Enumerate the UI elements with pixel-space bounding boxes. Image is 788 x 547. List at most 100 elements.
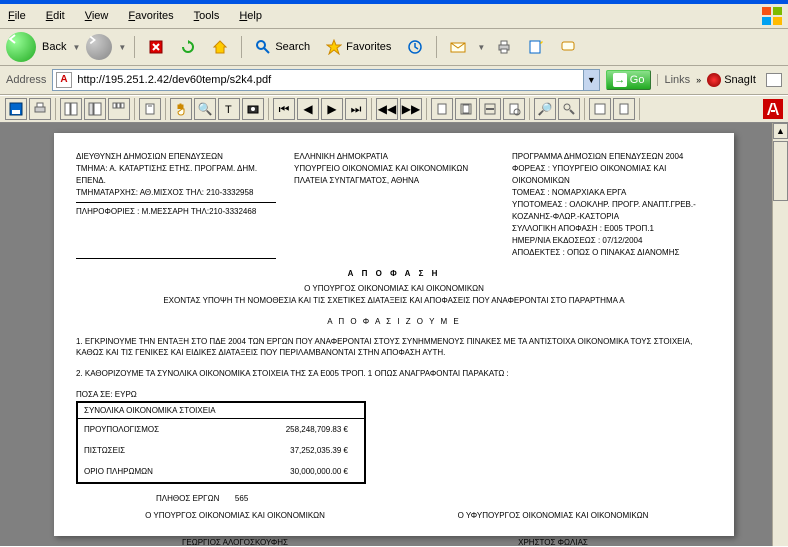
- forward-dropdown-icon[interactable]: ▼: [118, 43, 126, 52]
- hdr-c1: ΕΛΛΗΝΙΚΗ ΔΗΜΟΚΡΑΤΙΑ: [294, 151, 494, 163]
- sub-line1: Ο ΥΠΟΥΡΓΟΣ ΟΙΚΟΝΟΜΙΑΣ ΚΑΙ ΟΙΚΟΝΟΜΙΚΩΝ: [76, 284, 712, 293]
- hdr-r2: ΦΟΡΕΑΣ : ΥΠΟΥΡΓΕΙΟ ΟΙΚΟΝΟΜΙΑΣ ΚΑΙ ΟΙΚΟΝΟ…: [512, 163, 712, 187]
- acro-fitwidth-button[interactable]: [479, 98, 501, 120]
- acro-select-button[interactable]: [139, 98, 161, 120]
- hdr-l4: ΠΛΗΡΟΦΟΡΙΕΣ : Μ.ΜΕΣΣΑΡΗ ΤΗΛ:210-3332468: [76, 206, 276, 218]
- decide-title: Α Π Ο Φ Α Σ Ι Ζ Ο Υ Μ Ε: [76, 317, 712, 326]
- acro-prev-button[interactable]: ◀: [297, 98, 319, 120]
- snagit-button[interactable]: SnagIt: [707, 73, 756, 87]
- acro-zoomin-button[interactable]: 🔍: [194, 98, 216, 120]
- hdr-l2: ΤΜΗΜΑ: Α. ΚΑΤΑΡΤΙΣΗΣ ΕΤΗΣ. ΠΡΟΓΡΑΜ. ΔΗΜ.…: [76, 163, 276, 187]
- stop-button[interactable]: [143, 36, 169, 58]
- hdr-r3: ΤΟΜΕΑΣ : ΝΟΜΑΡΧΙΑΚΑ ΕΡΓΑ: [512, 187, 712, 199]
- financial-table: ΣΥΝΟΛΙΚΑ ΟΙΚΟΝΟΜΙΚΑ ΣΤΟΙΧΕΙΑ ΠΡΟΥΠΟΛΟΓΙΣ…: [76, 401, 366, 484]
- home-button[interactable]: [207, 36, 233, 58]
- windows-logo-icon: [760, 6, 784, 26]
- search-label: Search: [275, 41, 310, 53]
- links-chevron-icon[interactable]: »: [696, 75, 701, 85]
- acro-actual-button[interactable]: [431, 98, 453, 120]
- hdr-l3: ΤΜΗΜΑΤΑΡΧΗΣ: ΑΘ.ΜΙΣΧΟΣ ΤΗΛ: 210-3332958: [76, 187, 276, 203]
- acro-layers-button[interactable]: [108, 98, 130, 120]
- sig-left-name: ΓΕΩΡΓΙΟΣ ΑΛΟΓΟΣΚΟΥΦΗΣ: [76, 538, 394, 547]
- pdf-icon: [56, 72, 72, 88]
- acro-last-button[interactable]: ⏭: [345, 98, 367, 120]
- posa-label: ΠΟΣΑ ΣΕ: ΕΥΡΩ: [76, 390, 712, 399]
- acro-next-button[interactable]: ▶: [321, 98, 343, 120]
- svg-text:T: T: [225, 104, 232, 116]
- header-right: ΠΡΟΓΡΑΜΜΑ ΔΗΜΟΣΙΩΝ ΕΠΕΝΔΥΣΕΩΝ 2004 ΦΟΡΕΑ…: [512, 151, 712, 259]
- count-value: 565: [235, 494, 248, 503]
- table-row: ΠΡΟΥΠΟΛΟΓΙΣΜΟΣ258,248,709.83 €: [78, 419, 364, 440]
- acro-fitpage-button[interactable]: [455, 98, 477, 120]
- hdr-c3: ΠΛΑΤΕΙΑ ΣΥΝΤΑΓΜΑΤΟΣ, ΑΘΗΝΑ: [294, 175, 494, 187]
- search-button[interactable]: Search: [250, 36, 315, 58]
- scroll-thumb[interactable]: [773, 141, 788, 201]
- menu-edit[interactable]: Edit: [42, 8, 69, 24]
- acro-thumbs-button[interactable]: [60, 98, 82, 120]
- sig-left-title: Ο ΥΠΟΥΡΓΟΣ ΟΙΚΟΝΟΜΙΑΣ ΚΑΙ ΟΙΚΟΝΟΜΙΚΩΝ: [76, 511, 394, 520]
- fin-header: ΣΥΝΟΛΙΚΑ ΟΙΚΟΝΟΜΙΚΑ ΣΤΟΙΧΕΙΑ: [78, 403, 364, 419]
- acro-search-button[interactable]: [558, 98, 580, 120]
- snagit-window-icon[interactable]: [766, 73, 782, 87]
- acro-first-button[interactable]: ⏮: [273, 98, 295, 120]
- acro-print-button[interactable]: [29, 98, 51, 120]
- acro-reflow-button[interactable]: [503, 98, 525, 120]
- address-dropdown-icon[interactable]: ▼: [583, 70, 599, 90]
- edit-button[interactable]: [523, 36, 549, 58]
- discuss-button[interactable]: [555, 36, 581, 58]
- favorites-button[interactable]: Favorites: [321, 36, 396, 58]
- hdr-r7: ΑΠΟΔΕΚΤΕΣ : ΟΠΩΣ Ο ΠΙΝΑΚΑΣ ΔΙΑΝΟΜΗΣ: [512, 247, 712, 259]
- back-button[interactable]: [6, 32, 36, 62]
- go-button[interactable]: → Go: [606, 70, 652, 90]
- snagit-label: SnagIt: [724, 74, 756, 86]
- refresh-button[interactable]: [175, 36, 201, 58]
- header-left: ΔΙΕΥΘΥΝΣΗ ΔΗΜΟΣΙΩΝ ΕΠΕΝΔΥΣΕΩΝ ΤΜΗΜΑ: Α. …: [76, 151, 276, 259]
- back-dropdown-icon[interactable]: ▼: [72, 43, 80, 52]
- acro-save-button[interactable]: [5, 98, 27, 120]
- menu-tools[interactable]: Tools: [190, 8, 224, 24]
- table-row: ΠΙΣΤΩΣΕΙΣ37,252,035.39 €: [78, 440, 364, 461]
- acro-ebook-button[interactable]: [613, 98, 635, 120]
- para-1: 1. ΕΓΚΡΙΝΟΥΜΕ ΤΗΝ ΕΝΤΑΞΗ ΣΤΟ ΠΔΕ 2004 ΤΩ…: [76, 336, 712, 358]
- hdr-r5: ΣΥΛΛΟΓΙΚΗ ΑΠΟΦΑΣΗ : E005 ΤΡΟΠ.1: [512, 223, 712, 235]
- address-input[interactable]: [75, 72, 582, 88]
- print-button[interactable]: [491, 36, 517, 58]
- mail-button[interactable]: [445, 36, 471, 58]
- links-label[interactable]: Links: [657, 74, 690, 86]
- project-count: ΠΛΗΘΟΣ ΕΡΓΩΝ 565: [156, 494, 712, 503]
- hdr-l1: ΔΙΕΥΘΥΝΣΗ ΔΗΜΟΣΙΩΝ ΕΠΕΝΔΥΣΕΩΝ: [76, 151, 276, 163]
- menu-file[interactable]: File: [4, 8, 30, 24]
- adobe-logo-icon: [762, 98, 784, 120]
- go-label: Go: [630, 74, 645, 86]
- scroll-up-icon[interactable]: ▲: [773, 123, 788, 139]
- vertical-scrollbar[interactable]: ▲: [772, 123, 788, 546]
- acro-prevview-button[interactable]: ◀◀: [376, 98, 398, 120]
- nav-toolbar: Back ▼ ▼ Search Favorites ▼: [0, 29, 788, 66]
- hdr-r1: ΠΡΟΓΡΑΜΜΑ ΔΗΜΟΣΙΩΝ ΕΠΕΝΔΥΣΕΩΝ 2004: [512, 151, 712, 163]
- mail-dropdown-icon[interactable]: ▼: [477, 43, 485, 52]
- address-label: Address: [6, 74, 46, 86]
- history-button[interactable]: [402, 36, 428, 58]
- back-label[interactable]: Back: [42, 41, 66, 53]
- pdf-page: ΔΙΕΥΘΥΝΣΗ ΔΗΜΟΣΙΩΝ ΕΠΕΝΔΥΣΕΩΝ ΤΜΗΜΑ: Α. …: [54, 133, 734, 536]
- menu-view[interactable]: View: [81, 8, 113, 24]
- acro-find-button[interactable]: 🔎: [534, 98, 556, 120]
- acro-bookmarks-button[interactable]: [84, 98, 106, 120]
- decision-title: Α Π Ο Φ Α Σ Η: [76, 269, 712, 278]
- acro-hand-button[interactable]: [170, 98, 192, 120]
- acro-expand-button[interactable]: [589, 98, 611, 120]
- menu-bar: File Edit View Favorites Tools Help: [0, 4, 788, 29]
- count-label: ΠΛΗΘΟΣ ΕΡΓΩΝ: [156, 494, 219, 503]
- header-center: ΕΛΛΗΝΙΚΗ ΔΗΜΟΚΡΑΤΙΑ ΥΠΟΥΡΓΕΙΟ ΟΙΚΟΝΟΜΙΑΣ…: [294, 151, 494, 259]
- forward-button: [86, 34, 112, 60]
- acro-nextview-button[interactable]: ▶▶: [400, 98, 422, 120]
- hdr-r4: ΥΠΟΤΟΜΕΑΣ : ΟΛΟΚΛΗΡ. ΠΡΟΓΡ. ΑΝΑΠΤ.ΓΡΕΒ.-…: [512, 199, 712, 223]
- hdr-c2: ΥΠΟΥΡΓΕΙΟ ΟΙΚΟΝΟΜΙΑΣ ΚΑΙ ΟΙΚΟΝΟΜΙΚΩΝ: [294, 163, 494, 175]
- sig-right-name: ΧΡΗΣΤΟΣ ΦΩΛΙΑΣ: [394, 538, 712, 547]
- acro-textselect-button[interactable]: T: [218, 98, 240, 120]
- hdr-r6: ΗΜΕΡ/ΝΙΑ ΕΚΔΟΣΕΩΣ : 07/12/2004: [512, 235, 712, 247]
- acro-snapshot-button[interactable]: [242, 98, 264, 120]
- address-combo[interactable]: ▼: [52, 69, 599, 91]
- menu-help[interactable]: Help: [235, 8, 266, 24]
- menu-favorites[interactable]: Favorites: [124, 8, 177, 24]
